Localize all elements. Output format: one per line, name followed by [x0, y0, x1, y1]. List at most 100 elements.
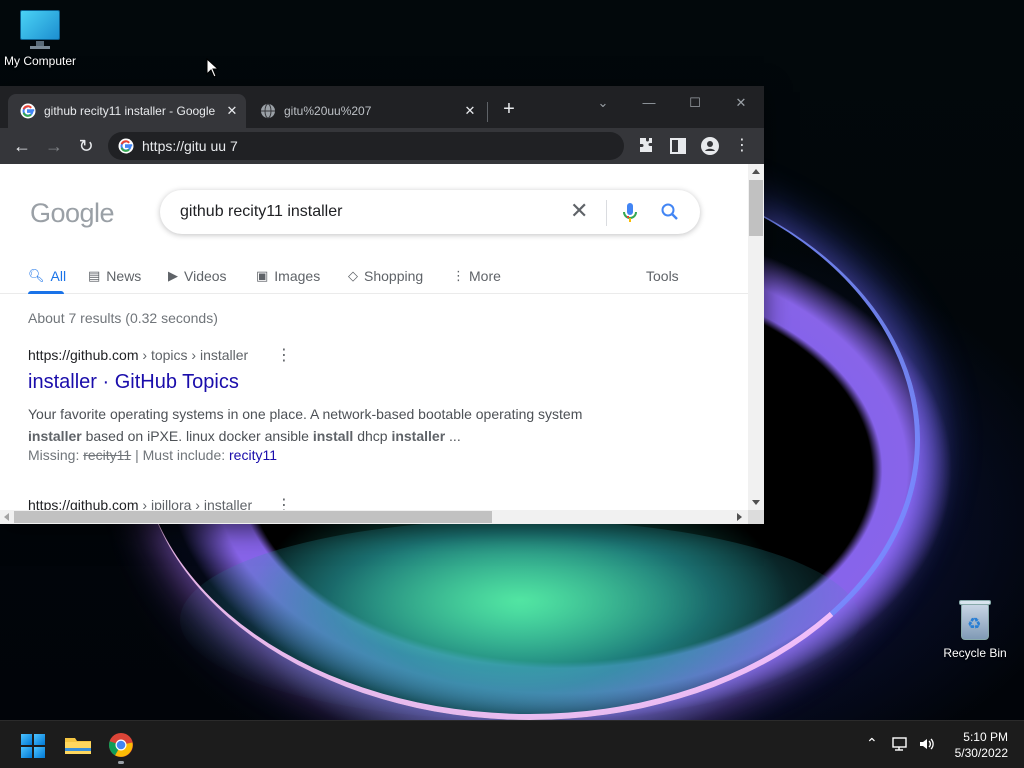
- globe-icon: [261, 103, 275, 119]
- clock-time: 5:10 PM: [963, 730, 1008, 744]
- reload-button[interactable]: ↻: [74, 134, 98, 158]
- snippet-bold: installer: [28, 428, 82, 444]
- image-icon: ▣: [256, 268, 269, 283]
- snippet-text: dhcp: [353, 428, 392, 444]
- result-url[interactable]: https://github.com › topics › installer: [28, 347, 248, 363]
- scroll-left-arrow-icon[interactable]: [4, 513, 9, 521]
- back-button[interactable]: ←: [10, 134, 34, 158]
- tab-news[interactable]: ▤ News: [88, 268, 141, 284]
- tab-title: gitu%20uu%207: [284, 104, 372, 118]
- search-tabs: 🔍︎ All ▤ News ▶ Videos ▣ Images ◇ Shoppi…: [0, 260, 748, 294]
- more-vert-icon: ⋮: [452, 268, 465, 283]
- chevron-up-icon[interactable]: ⌃: [866, 735, 878, 752]
- close-window-button[interactable]: ✕: [730, 92, 752, 114]
- result-site: https://github.com: [28, 347, 139, 363]
- snippet-text: Your favorite operating systems in one p…: [28, 406, 583, 422]
- tab-label: News: [106, 268, 142, 284]
- result-site: https://github.com: [28, 497, 139, 510]
- tab-label: All: [50, 268, 67, 284]
- scroll-right-arrow-icon[interactable]: [737, 513, 742, 521]
- search-icon[interactable]: [660, 202, 680, 222]
- scroll-up-arrow-icon[interactable]: [752, 169, 760, 174]
- horizontal-scrollbar[interactable]: [0, 510, 748, 524]
- browser-toolbar: ← → ↻ https://gitu uu 7 ⋮: [0, 128, 764, 164]
- mouse-cursor-icon: [206, 58, 220, 78]
- chrome-icon[interactable]: [105, 729, 137, 761]
- minimize-button[interactable]: —: [638, 92, 660, 114]
- tab-label: Shopping: [364, 268, 424, 284]
- tab-label: Images: [274, 268, 321, 284]
- tab-gitu[interactable]: gitu%20uu%207 ✕: [248, 94, 484, 128]
- result-stats: About 7 results (0.32 seconds): [28, 310, 218, 326]
- close-tab-icon[interactable]: ✕: [224, 103, 240, 119]
- more-options-icon[interactable]: ⋮: [276, 495, 292, 510]
- close-tab-icon[interactable]: ✕: [462, 103, 478, 119]
- must-include-label: | Must include:: [131, 447, 230, 463]
- result-path: › topics › installer: [138, 347, 249, 363]
- tab-videos[interactable]: ▶ Videos: [168, 268, 227, 284]
- tab-all[interactable]: 🔍︎ All: [28, 268, 66, 284]
- address-bar[interactable]: https://gitu uu 7: [108, 132, 624, 160]
- missing-terms: Missing: recity11 | Must include: recity…: [28, 447, 277, 463]
- result-path: › ipillora › installer: [138, 497, 253, 510]
- new-tab-button[interactable]: +: [498, 98, 520, 120]
- tab-images[interactable]: ▣ Images: [256, 268, 320, 284]
- tools-button[interactable]: Tools: [646, 268, 679, 284]
- chrome-menu-icon[interactable]: ⋮: [730, 134, 754, 158]
- running-indicator: [118, 761, 124, 764]
- google-favicon: [118, 138, 134, 154]
- profile-avatar-icon[interactable]: [698, 134, 722, 158]
- address-text: https://gitu uu 7: [142, 138, 238, 154]
- result-url[interactable]: https://github.com › ipillora › installe…: [28, 497, 252, 510]
- extensions-icon[interactable]: [634, 134, 658, 158]
- tab-label: More: [469, 268, 501, 284]
- file-explorer-icon[interactable]: [62, 729, 94, 761]
- side-panel-icon[interactable]: [666, 134, 690, 158]
- scroll-down-arrow-icon[interactable]: [752, 500, 760, 505]
- recycle-bin-icon: ♻: [957, 598, 993, 642]
- tab-shopping[interactable]: ◇ Shopping: [348, 268, 423, 284]
- search-input[interactable]: github recity11 installer: [180, 203, 342, 221]
- must-include-link[interactable]: recity11: [229, 447, 277, 463]
- desktop-icon-my-computer[interactable]: My Computer: [2, 10, 78, 68]
- google-logo[interactable]: Google: [30, 198, 115, 229]
- result-title-link[interactable]: installer · GitHub Topics: [28, 371, 239, 394]
- tab-google-search[interactable]: github recity11 installer - Google ✕: [8, 94, 246, 128]
- tab-strip: github recity11 installer - Google ✕ git…: [0, 86, 764, 128]
- scrollbar-corner: [748, 510, 764, 524]
- snippet-text: ...: [445, 428, 461, 444]
- desktop-icon-label: My Computer: [3, 54, 77, 68]
- news-icon: ▤: [88, 268, 101, 283]
- missing-label: Missing:: [28, 447, 84, 463]
- snippet-bold: installer: [391, 428, 446, 444]
- search-icon: 🔍︎: [28, 268, 45, 283]
- tab-separator: [487, 102, 488, 122]
- forward-button[interactable]: →: [42, 134, 66, 158]
- clock-date: 5/30/2022: [954, 746, 1008, 760]
- microphone-icon[interactable]: [622, 202, 638, 224]
- google-favicon: [20, 103, 36, 119]
- chevron-down-icon[interactable]: ⌄: [592, 92, 614, 114]
- chrome-window: github recity11 installer - Google ✕ git…: [0, 86, 764, 524]
- missing-term: recity11: [83, 447, 132, 463]
- desktop-icon-recycle-bin[interactable]: ♻ Recycle Bin: [940, 598, 1010, 660]
- search-box[interactable]: github recity11 installer ✕: [160, 190, 700, 234]
- tab-label: Videos: [184, 268, 227, 284]
- more-options-icon[interactable]: ⋮: [276, 345, 292, 365]
- scrollbar-thumb[interactable]: [749, 180, 763, 236]
- snippet-text: based on iPXE. linux docker ansible: [81, 428, 313, 444]
- network-icon[interactable]: [892, 736, 910, 752]
- active-tab-indicator: [28, 291, 64, 294]
- maximize-button[interactable]: ☐: [684, 92, 706, 114]
- scrollbar-thumb[interactable]: [14, 511, 492, 523]
- result-snippet: Your favorite operating systems in one p…: [28, 403, 628, 447]
- vertical-scrollbar[interactable]: [748, 164, 764, 510]
- tab-more[interactable]: ⋮ More: [452, 268, 501, 284]
- clear-search-icon[interactable]: ✕: [570, 200, 588, 222]
- snippet-bold: install: [312, 428, 354, 444]
- desktop-icon-label: Recycle Bin: [943, 646, 1007, 660]
- tab-title: github recity11 installer - Google: [44, 104, 216, 118]
- tools-label: Tools: [646, 268, 679, 284]
- system-clock[interactable]: 5:10 PM 5/30/2022: [946, 729, 1008, 761]
- volume-icon[interactable]: [918, 736, 936, 752]
